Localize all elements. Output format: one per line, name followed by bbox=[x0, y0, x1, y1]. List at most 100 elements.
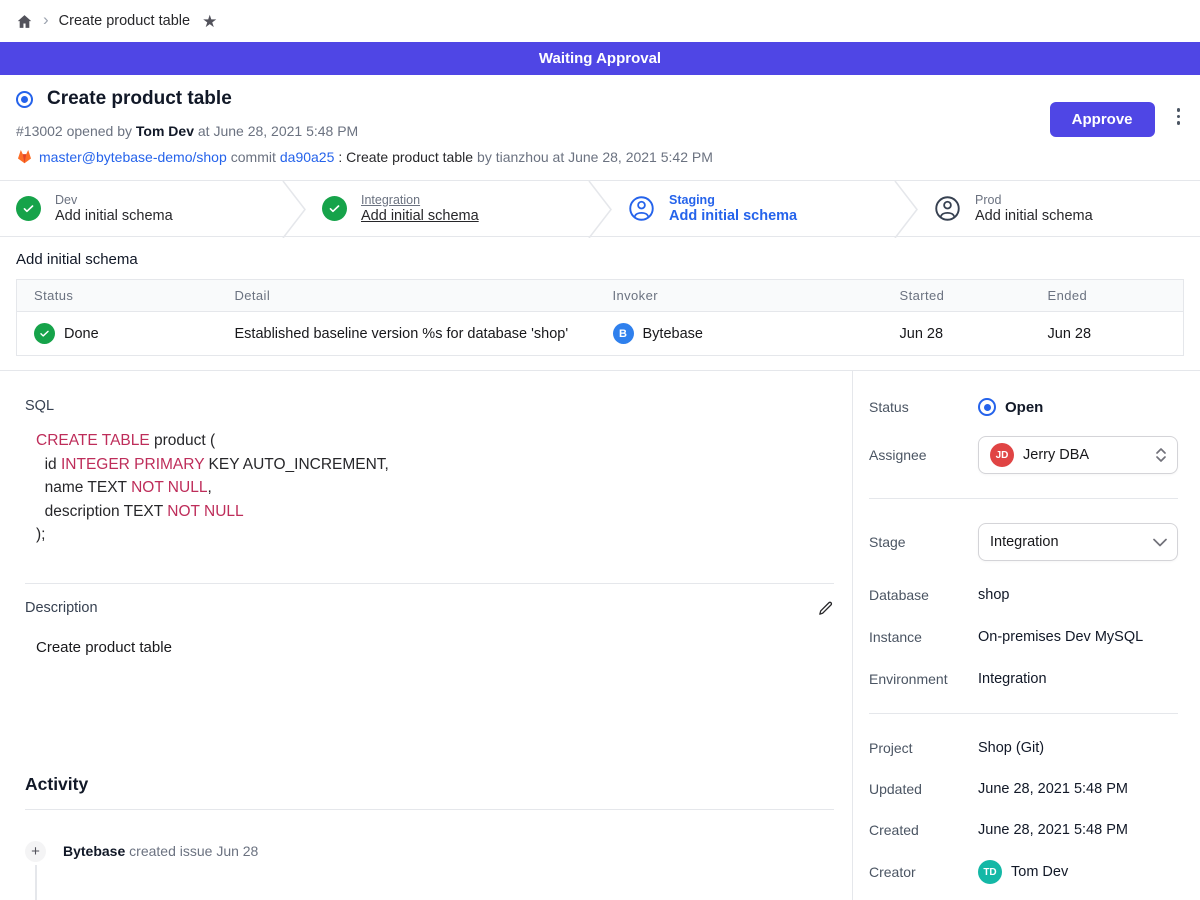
issue-ref: #13002 opened by bbox=[16, 123, 136, 139]
person-circle-icon bbox=[934, 195, 961, 222]
col-header-ended: Ended bbox=[1048, 280, 1184, 312]
commit-hash-link[interactable]: da90a25 bbox=[280, 149, 335, 165]
stage-env-label: Integration bbox=[361, 193, 479, 207]
pipeline-stages: Dev Add initial schema Integration Add i… bbox=[0, 180, 1200, 237]
more-options-icon[interactable] bbox=[1173, 102, 1185, 131]
plus-icon: + bbox=[25, 841, 46, 862]
database-value: shop bbox=[978, 587, 1009, 603]
updated-label: Updated bbox=[869, 781, 978, 797]
assignee-select[interactable]: JD Jerry DBA bbox=[978, 436, 1178, 474]
commit-message: : Create product table bbox=[338, 149, 473, 165]
stage-label: Stage bbox=[869, 534, 978, 550]
person-circle-icon bbox=[628, 195, 655, 222]
updown-caret-icon bbox=[1155, 447, 1167, 463]
stage-prod[interactable]: Prod Add initial schema bbox=[918, 181, 1200, 236]
divider bbox=[869, 713, 1178, 714]
approve-button[interactable]: Approve bbox=[1050, 102, 1155, 137]
instance-label: Instance bbox=[869, 629, 978, 645]
stage-integration[interactable]: Integration Add initial schema bbox=[306, 181, 588, 236]
col-header-detail: Detail bbox=[235, 280, 613, 312]
edit-pencil-icon[interactable] bbox=[817, 600, 834, 617]
issue-meta: #13002 opened by Tom Dev at June 28, 202… bbox=[16, 123, 1050, 139]
stage-separator bbox=[894, 181, 918, 236]
stage-env-label: Dev bbox=[55, 193, 173, 207]
stage-select[interactable]: Integration bbox=[978, 523, 1178, 561]
task-invoker: Bytebase bbox=[643, 326, 703, 342]
gitlab-icon bbox=[16, 148, 33, 165]
description-label: Description bbox=[25, 600, 98, 616]
chevron-down-icon bbox=[1153, 538, 1167, 547]
status-open-icon bbox=[978, 398, 996, 416]
description-content: Create product table bbox=[36, 639, 834, 656]
creator-value: Tom Dev bbox=[1011, 864, 1068, 880]
task-status: Done bbox=[64, 326, 99, 342]
stage-staging[interactable]: Staging Add initial schema bbox=[612, 181, 894, 236]
task-panel: Add initial schema Status Detail Invoker… bbox=[0, 237, 1200, 370]
stage-task-label: Add initial schema bbox=[55, 208, 173, 224]
status-banner-text: Waiting Approval bbox=[539, 50, 661, 67]
status-label: Status bbox=[869, 399, 978, 415]
task-table: Status Detail Invoker Started Ended Done bbox=[16, 279, 1184, 356]
stage-dev[interactable]: Dev Add initial schema bbox=[0, 181, 282, 236]
check-circle-icon bbox=[322, 196, 347, 221]
table-row[interactable]: Done Established baseline version %s for… bbox=[17, 312, 1184, 356]
activity-title: Activity bbox=[25, 774, 834, 795]
status-value: Open bbox=[1005, 399, 1043, 416]
divider bbox=[25, 809, 834, 810]
stage-separator bbox=[282, 181, 306, 236]
task-panel-title: Add initial schema bbox=[16, 251, 1184, 268]
stage-value: Integration bbox=[990, 534, 1144, 550]
stage-task-label: Add initial schema bbox=[975, 208, 1093, 224]
commit-word: commit bbox=[231, 149, 276, 165]
divider bbox=[869, 498, 1178, 499]
stage-env-label: Staging bbox=[669, 193, 797, 207]
issue-open-icon bbox=[16, 91, 33, 108]
col-header-invoker: Invoker bbox=[613, 280, 900, 312]
divider bbox=[25, 583, 834, 584]
activity-action: created issue Jun 28 bbox=[125, 843, 258, 859]
commit-info: master@bytebase-demo/shop commit da90a25… bbox=[16, 148, 1050, 165]
environment-value: Integration bbox=[978, 671, 1047, 687]
issue-sidebar: Status Open Assignee JD Jerry DBA bbox=[853, 371, 1200, 900]
creator-label: Creator bbox=[869, 864, 978, 880]
task-started: Jun 28 bbox=[900, 312, 1048, 356]
assignee-label: Assignee bbox=[869, 447, 978, 463]
commit-branch-link[interactable]: master@bytebase-demo/shop bbox=[39, 149, 227, 165]
project-value: Shop (Git) bbox=[978, 740, 1044, 756]
avatar: B bbox=[613, 323, 634, 344]
commit-meta: by tianzhou at June 28, 2021 5:42 PM bbox=[477, 149, 713, 165]
created-label: Created bbox=[869, 822, 978, 838]
environment-label: Environment bbox=[869, 671, 978, 687]
stage-separator bbox=[588, 181, 612, 236]
col-header-status: Status bbox=[17, 280, 235, 312]
issue-open-time: at June 28, 2021 5:48 PM bbox=[194, 123, 358, 139]
check-circle-icon bbox=[16, 196, 41, 221]
timeline-connector bbox=[35, 865, 37, 900]
issue-header: Create product table #13002 opened by To… bbox=[0, 75, 1200, 180]
bytebase-issue-page: › Create product table ★ Waiting Approva… bbox=[0, 0, 1200, 900]
breadcrumb: › Create product table ★ bbox=[0, 0, 1200, 42]
stage-task-label: Add initial schema bbox=[669, 208, 797, 224]
avatar: TD bbox=[978, 860, 1002, 884]
issue-title: Create product table bbox=[47, 88, 232, 110]
stage-env-label: Prod bbox=[975, 193, 1093, 207]
sql-section-label: SQL bbox=[25, 398, 834, 414]
created-value: June 28, 2021 5:48 PM bbox=[978, 822, 1128, 838]
stage-task-label: Add initial schema bbox=[361, 208, 479, 224]
main-content: SQL CREATE TABLE product ( id INTEGER PR… bbox=[0, 371, 853, 900]
star-icon[interactable]: ★ bbox=[202, 13, 217, 30]
avatar: JD bbox=[990, 443, 1014, 467]
col-header-started: Started bbox=[900, 280, 1048, 312]
project-label: Project bbox=[869, 740, 978, 756]
activity-item: + Bytebase created issue Jun 28 bbox=[25, 841, 834, 862]
breadcrumb-separator-icon: › bbox=[43, 11, 49, 28]
updated-value: June 28, 2021 5:48 PM bbox=[978, 781, 1128, 797]
database-label: Database bbox=[869, 587, 978, 603]
status-banner: Waiting Approval bbox=[0, 42, 1200, 75]
breadcrumb-page-title[interactable]: Create product table bbox=[59, 13, 190, 29]
instance-value: On-premises Dev MySQL bbox=[978, 629, 1143, 645]
sql-statement: CREATE TABLE product ( id INTEGER PRIMAR… bbox=[36, 429, 834, 547]
check-circle-icon bbox=[34, 323, 55, 344]
assignee-value: Jerry DBA bbox=[1023, 447, 1146, 463]
home-icon[interactable] bbox=[16, 13, 33, 30]
